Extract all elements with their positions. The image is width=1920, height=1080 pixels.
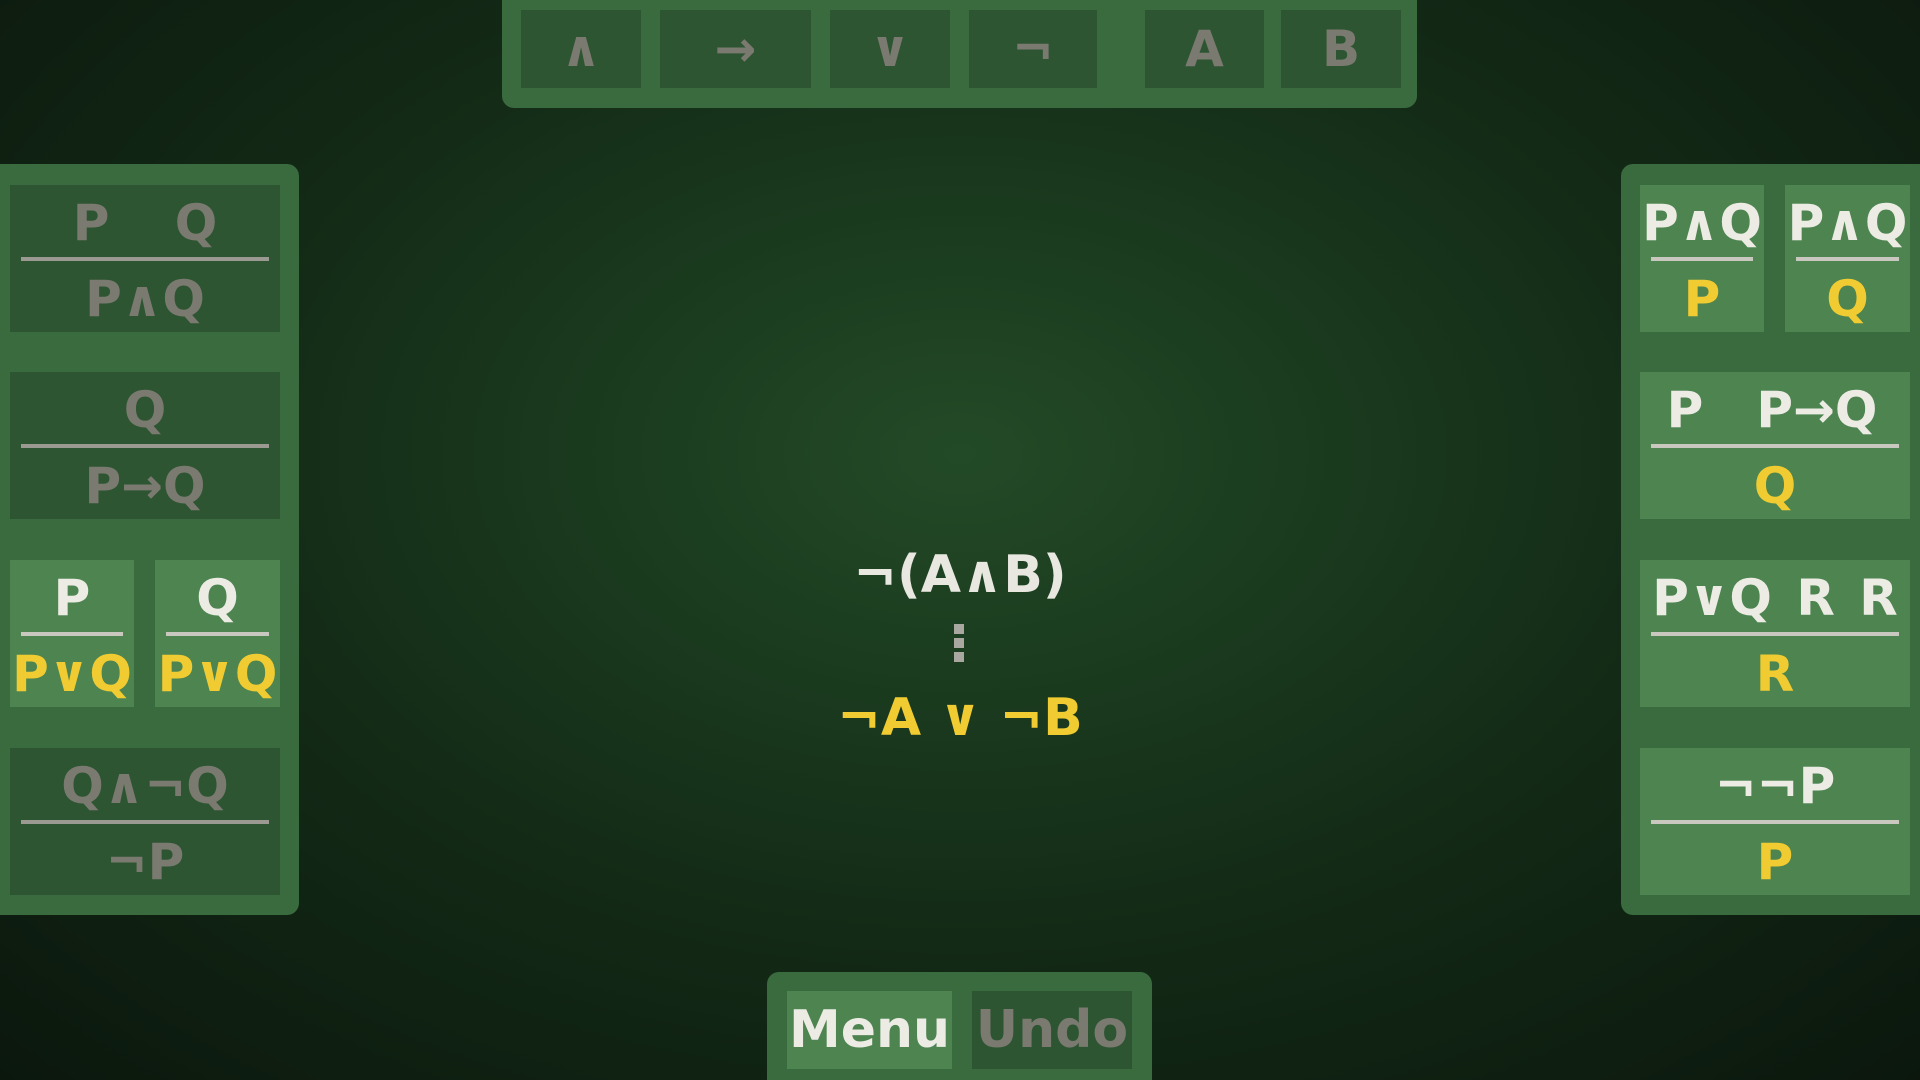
rule-premise: P	[1666, 381, 1704, 439]
rule-not-intro[interactable]: Q∧¬Q ¬P	[10, 748, 280, 895]
rule-premises: P∨Q R R	[1640, 566, 1910, 630]
rule-divider	[21, 444, 269, 448]
rule-divider	[1651, 257, 1753, 261]
rule-or-elim[interactable]: P∨Q R R R	[1640, 560, 1910, 707]
rule-or-intro-right[interactable]: Q P∨Q	[155, 560, 280, 707]
rule-divider	[21, 632, 123, 636]
rule-or-intro-left[interactable]: P P∨Q	[10, 560, 134, 707]
rule-premises: P∧Q	[1785, 191, 1910, 255]
rule-conclusion: P	[1756, 833, 1794, 891]
rule-divider	[1651, 820, 1899, 824]
symbol-not-button[interactable]: ¬	[969, 10, 1097, 88]
rule-premises: Q	[10, 378, 280, 442]
rule-conclusion: Q	[1826, 270, 1869, 328]
rule-divider	[1651, 444, 1899, 448]
rule-premise: ¬¬P	[1714, 757, 1836, 815]
right-rules-panel: P∧Q P P∧Q Q P P→Q Q P∨Q R R R ¬¬P P	[1621, 164, 1920, 915]
rule-double-neg-elim[interactable]: ¬¬P P	[1640, 748, 1910, 895]
rule-premise: P∧Q	[1642, 194, 1762, 252]
rule-premises: P Q	[10, 191, 280, 255]
left-rules-panel: P Q P∧Q Q P→Q P P∨Q Q P∨Q Q∧¬Q ¬P	[0, 164, 299, 915]
rule-divider	[1651, 632, 1899, 636]
rule-and-elim-left[interactable]: P∧Q P	[1640, 185, 1764, 332]
rule-premises: Q∧¬Q	[10, 754, 280, 818]
rule-conclusion: Q	[1753, 457, 1797, 515]
rule-premise: Q	[123, 381, 167, 439]
rule-premises: ¬¬P	[1640, 754, 1910, 818]
undo-button[interactable]: Undo	[972, 991, 1132, 1069]
rule-premises: Q	[155, 566, 280, 630]
rule-conclusion: ¬P	[105, 833, 185, 891]
symbol-implies-button[interactable]: →	[660, 10, 811, 88]
symbol-toolbar: ∧ → ∨ ¬ A B	[502, 0, 1417, 108]
rule-conclusion: P→Q	[84, 457, 206, 515]
rule-premise: Q	[174, 194, 218, 252]
rule-conclusion: P	[1683, 270, 1721, 328]
rule-premises: P	[10, 566, 134, 630]
symbol-and-button[interactable]: ∧	[521, 10, 641, 88]
rule-conclusion: R	[1755, 645, 1795, 703]
rule-implies-elim[interactable]: P P→Q Q	[1640, 372, 1910, 519]
rule-divider	[21, 820, 269, 824]
rule-divider	[166, 632, 269, 636]
rule-premise: R	[1796, 569, 1835, 627]
rule-premise: Q∧¬Q	[61, 757, 229, 815]
symbol-a-button[interactable]: A	[1145, 10, 1264, 88]
vertical-ellipsis-icon	[951, 624, 967, 670]
rule-implies-intro[interactable]: Q P→Q	[10, 372, 280, 519]
rule-and-intro[interactable]: P Q P∧Q	[10, 185, 280, 332]
symbol-b-button[interactable]: B	[1281, 10, 1401, 88]
rule-premise: P→Q	[1756, 381, 1878, 439]
rule-premises: P P→Q	[1640, 378, 1910, 442]
rule-premise: P	[53, 569, 91, 627]
rule-and-elim-right[interactable]: P∧Q Q	[1785, 185, 1910, 332]
goal-target[interactable]: ¬A ∨ ¬B	[760, 682, 1160, 754]
rule-conclusion: P∨Q	[12, 645, 132, 703]
symbol-or-button[interactable]: ∨	[830, 10, 950, 88]
menu-button[interactable]: Menu	[787, 991, 952, 1069]
rule-premise: P	[72, 194, 110, 252]
rule-premise: R	[1859, 569, 1898, 627]
rule-conclusion: P∧Q	[85, 270, 205, 328]
rule-premise: P∧Q	[1787, 194, 1908, 252]
rule-premise: P∨Q	[1652, 569, 1772, 627]
rule-premises: P∧Q	[1640, 191, 1764, 255]
rule-divider	[21, 257, 269, 261]
rule-divider	[1796, 257, 1899, 261]
rule-conclusion: P∨Q	[157, 645, 278, 703]
rule-premise: Q	[196, 569, 239, 627]
goal-premise: ¬(A∧B)	[853, 545, 1067, 605]
